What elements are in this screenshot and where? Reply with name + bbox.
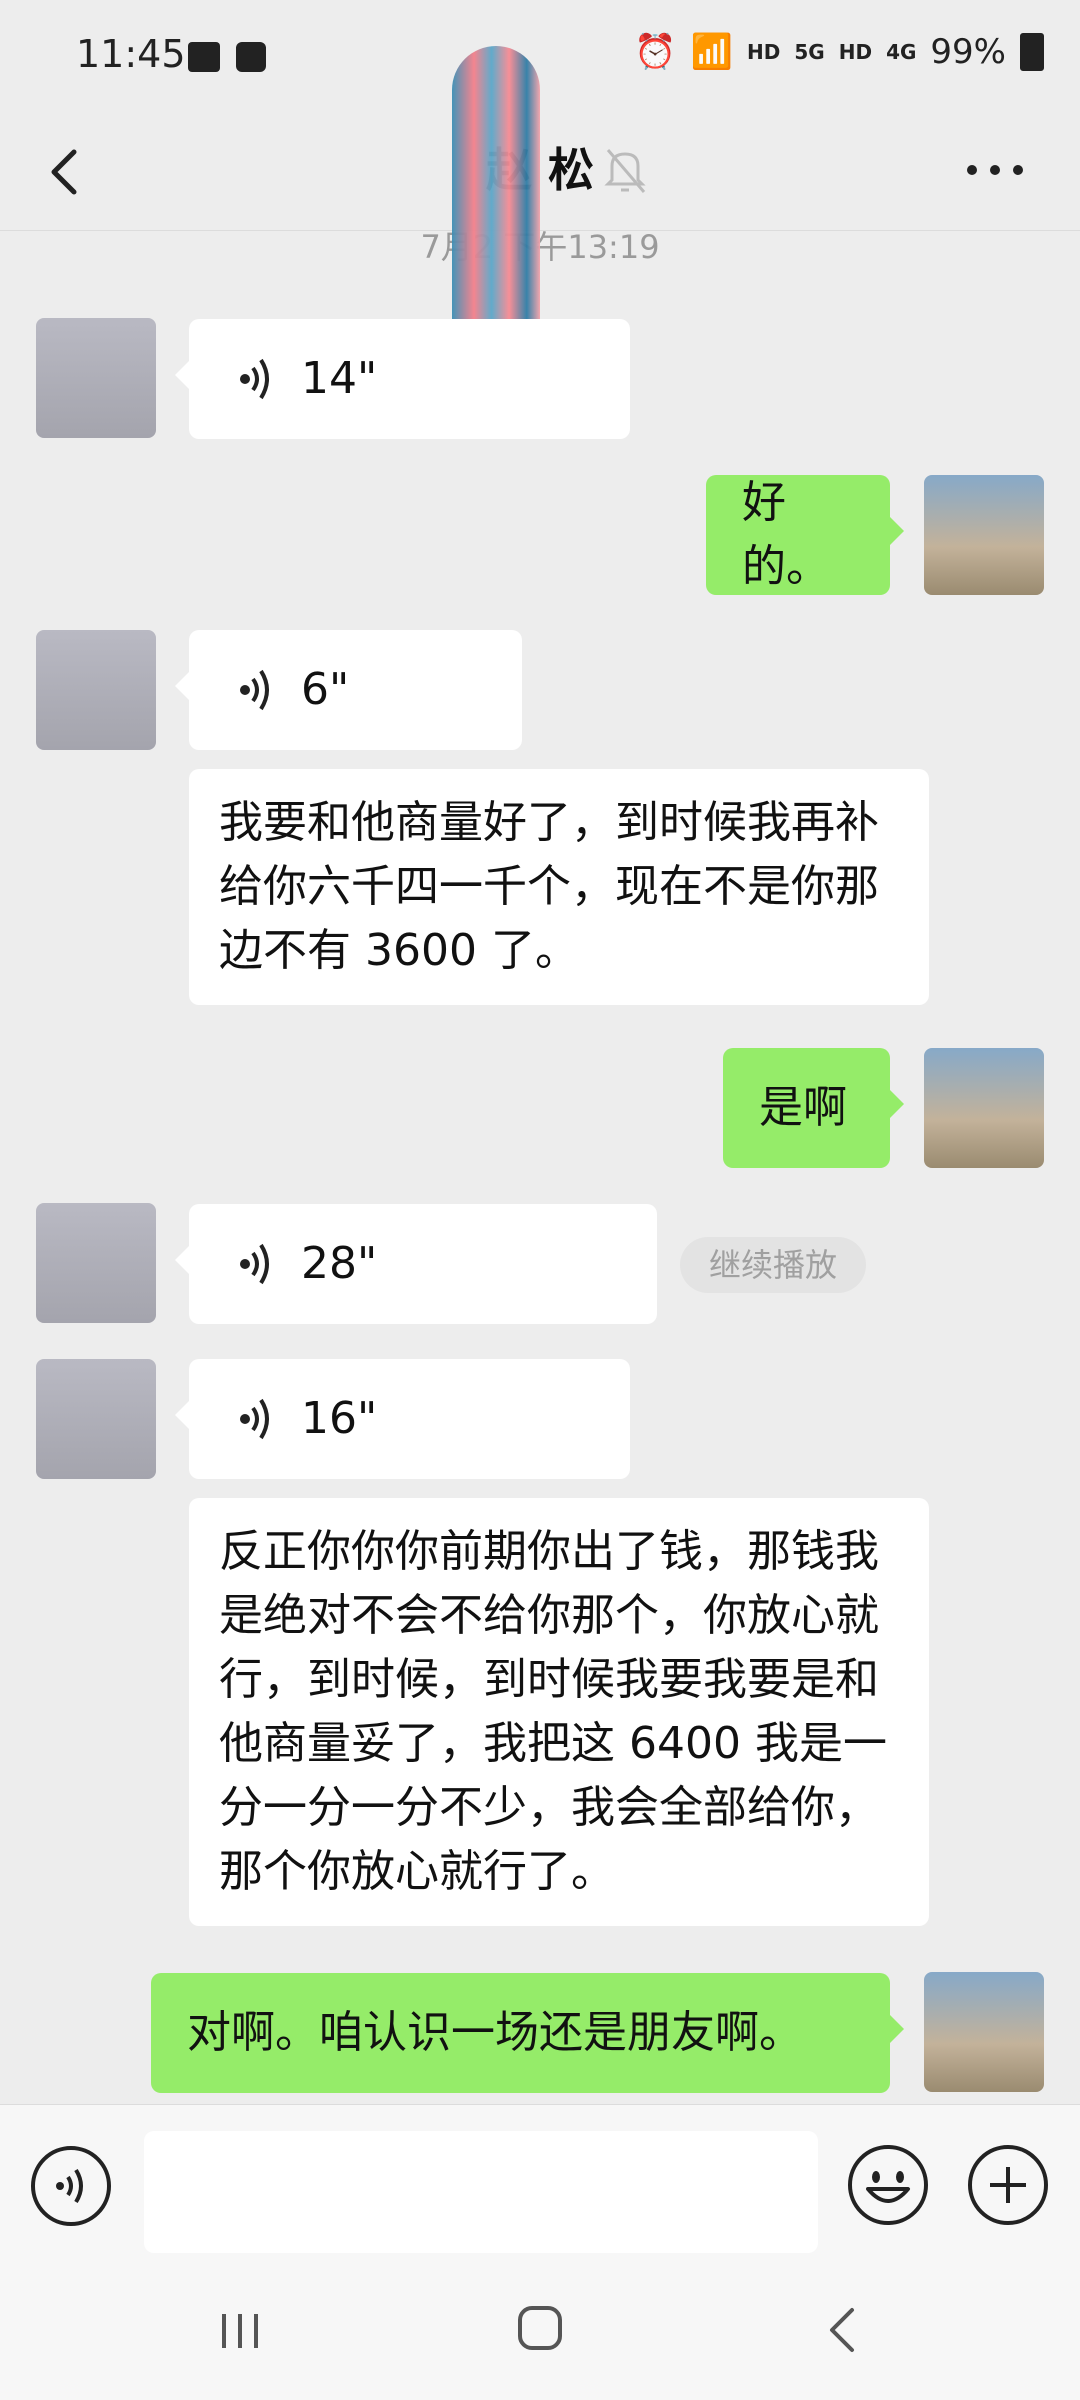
clock-notification-icon bbox=[236, 42, 266, 72]
message-text: 对啊。咱认识一场还是朋友啊。 bbox=[187, 2007, 803, 2058]
alarm-icon: ⏰ bbox=[634, 32, 677, 72]
emoji-button[interactable] bbox=[846, 2143, 930, 2227]
voice-duration: 6" bbox=[301, 664, 350, 715]
voice-message[interactable]: 6" bbox=[175, 630, 522, 750]
plus-icon bbox=[968, 2145, 1048, 2225]
system-nav-bar bbox=[0, 2264, 1080, 2400]
self-avatar[interactable] bbox=[924, 1048, 1044, 1168]
hd-label-1: HD bbox=[747, 40, 781, 64]
nav-recent-icon[interactable] bbox=[216, 2306, 266, 2356]
more-dots-icon[interactable] bbox=[960, 140, 1030, 200]
contact-avatar[interactable] bbox=[36, 1359, 156, 1479]
chat-title: 赵 松 bbox=[486, 143, 594, 197]
voice-message[interactable]: 14" bbox=[175, 319, 630, 439]
voice-wave-icon bbox=[240, 1398, 269, 1440]
self-avatar[interactable] bbox=[924, 1972, 1044, 2092]
network-5g-label: 5G bbox=[794, 40, 825, 64]
message-text: 反正你你你前期你出了钱，那钱我是绝对不会不给你那个，你放心就行，到时候，到时候我… bbox=[219, 1526, 887, 1897]
battery-icon bbox=[1020, 33, 1044, 71]
received-message[interactable]: 反正你你你前期你出了钱，那钱我是绝对不会不给你那个，你放心就行，到时候，到时候我… bbox=[189, 1498, 929, 1926]
sent-message[interactable]: 是啊 bbox=[723, 1048, 904, 1168]
message-text: 好的。 bbox=[742, 477, 830, 592]
more-functions-button[interactable] bbox=[966, 2143, 1050, 2227]
contact-avatar[interactable] bbox=[36, 1203, 156, 1323]
input-bar bbox=[0, 2104, 1080, 2265]
voice-duration: 28" bbox=[301, 1238, 378, 1289]
voice-duration: 16" bbox=[301, 1393, 378, 1444]
voice-input-button[interactable] bbox=[30, 2145, 112, 2227]
sent-message[interactable]: 对啊。咱认识一场还是朋友啊。 bbox=[151, 1973, 904, 2093]
nav-back-icon[interactable] bbox=[822, 2304, 862, 2356]
message-text: 是啊 bbox=[759, 1082, 847, 1133]
voice-wave-icon bbox=[240, 358, 269, 400]
status-icons: ⏰ 📶 HD 5G HD 4G 99% bbox=[634, 32, 1044, 72]
voice-wave-icon bbox=[31, 2146, 111, 2226]
network-4g-label: 4G bbox=[886, 40, 917, 64]
mute-bell-icon bbox=[600, 142, 650, 198]
emoji-icon bbox=[848, 2145, 928, 2225]
continue-playback-button[interactable]: 继续播放 bbox=[680, 1237, 866, 1293]
status-bar: 11:45 ⏰ 📶 HD 5G HD 4G 99% bbox=[0, 0, 1080, 120]
contact-avatar[interactable] bbox=[36, 318, 156, 438]
voice-duration: 14" bbox=[301, 353, 378, 404]
message-input[interactable] bbox=[144, 2131, 818, 2253]
voice-message[interactable]: 28" bbox=[175, 1204, 657, 1324]
self-avatar[interactable] bbox=[924, 475, 1044, 595]
message-timestamp: 7月2 下午13:19 bbox=[420, 228, 660, 266]
received-message[interactable]: 我要和他商量好了，到时候我再补给你六千四一千个，现在不是你那边不有 3600 了… bbox=[189, 769, 929, 1005]
sent-message[interactable]: 好的。 bbox=[706, 475, 904, 595]
voice-message[interactable]: 16" bbox=[175, 1359, 630, 1479]
voice-wave-icon bbox=[240, 1243, 269, 1285]
gallery-icon bbox=[188, 42, 220, 72]
chat-header: 赵 松 bbox=[0, 110, 1080, 231]
message-text: 我要和他商量好了，到时候我再补给你六千四一千个，现在不是你那边不有 3600 了… bbox=[219, 797, 879, 976]
nav-home-icon[interactable] bbox=[516, 2304, 564, 2352]
hd-label-2: HD bbox=[838, 40, 873, 64]
status-time: 11:45 bbox=[76, 32, 186, 76]
voice-wave-icon bbox=[240, 669, 269, 711]
battery-percent: 99% bbox=[930, 32, 1006, 72]
contact-avatar[interactable] bbox=[36, 630, 156, 750]
wifi-icon: 📶 bbox=[690, 32, 734, 72]
